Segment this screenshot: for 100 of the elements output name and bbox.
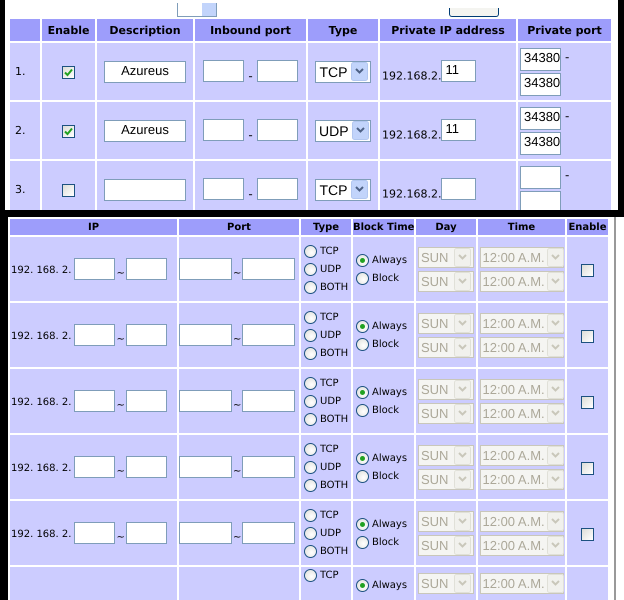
description-field[interactable]: Azureus: [104, 60, 186, 82]
radio-option[interactable]: UDP: [304, 262, 351, 276]
port-field[interactable]: 34380: [520, 132, 561, 154]
ip-field[interactable]: [126, 456, 167, 478]
ip-field[interactable]: [126, 324, 167, 346]
port-field[interactable]: [256, 60, 298, 82]
radio-button[interactable]: [304, 442, 317, 456]
port-field[interactable]: 34380: [520, 106, 561, 130]
radio-option[interactable]: Block: [356, 470, 414, 482]
checkbox[interactable]: [581, 528, 594, 541]
radio-button[interactable]: [304, 569, 317, 582]
ip-field[interactable]: 11: [441, 119, 476, 142]
ip-field[interactable]: [74, 324, 116, 346]
radio-option[interactable]: UDP: [304, 328, 351, 342]
ip-field[interactable]: [74, 456, 116, 478]
port-field[interactable]: [242, 522, 296, 544]
radio-button[interactable]: [304, 376, 317, 390]
radio-button[interactable]: [304, 508, 317, 522]
radio-option[interactable]: BOTH: [304, 478, 351, 492]
ip-field[interactable]: [74, 258, 116, 280]
type-dropdown[interactable]: TCP: [315, 60, 371, 82]
radio-option[interactable]: BOTH: [304, 412, 351, 426]
ip-field[interactable]: [74, 522, 116, 544]
port-field[interactable]: [203, 119, 244, 142]
checkbox[interactable]: [62, 66, 75, 80]
type-dropdown[interactable]: TCP: [315, 178, 371, 200]
radio-button[interactable]: [356, 320, 369, 332]
description-field[interactable]: Azureus: [104, 120, 186, 142]
radio-option[interactable]: BOTH: [304, 544, 351, 558]
radio-option[interactable]: BOTH: [304, 280, 351, 294]
checkbox[interactable]: [62, 125, 75, 138]
button[interactable]: [449, 8, 499, 17]
radio-button[interactable]: [304, 262, 317, 276]
radio-option[interactable]: TCP: [304, 508, 351, 522]
radio-button[interactable]: [304, 526, 317, 540]
ip-field[interactable]: [441, 178, 476, 200]
radio-option[interactable]: BOTH: [304, 346, 351, 360]
port-field[interactable]: 34380: [520, 48, 561, 70]
radio-option[interactable]: TCP: [304, 376, 351, 390]
ip-field[interactable]: [126, 522, 167, 544]
port-field[interactable]: [179, 258, 232, 280]
type-dropdown[interactable]: UDP: [315, 120, 371, 142]
radio-button[interactable]: [356, 579, 369, 592]
radio-button[interactable]: [304, 394, 317, 408]
radio-option[interactable]: UDP: [304, 526, 351, 540]
checkbox[interactable]: [62, 184, 75, 198]
port-field[interactable]: [242, 324, 296, 346]
radio-option[interactable]: Always: [356, 518, 414, 530]
radio-option[interactable]: Block: [356, 536, 414, 548]
checkbox[interactable]: [581, 462, 594, 475]
radio-button[interactable]: [356, 272, 369, 284]
radio-button[interactable]: [304, 328, 317, 342]
radio-button[interactable]: [356, 452, 369, 464]
radio-button[interactable]: [356, 518, 369, 530]
port-field[interactable]: [179, 522, 232, 544]
radio-button[interactable]: [304, 280, 317, 294]
radio-option[interactable]: UDP: [304, 460, 351, 474]
port-field[interactable]: [256, 178, 298, 200]
port-field[interactable]: [242, 390, 296, 412]
port-field[interactable]: [179, 456, 232, 478]
checkbox[interactable]: [581, 330, 594, 343]
radio-button[interactable]: [304, 460, 317, 474]
radio-option[interactable]: Always: [356, 320, 414, 332]
radio-option[interactable]: TCP: [304, 244, 351, 258]
radio-option[interactable]: Always: [356, 254, 414, 266]
radio-button[interactable]: [356, 536, 369, 548]
radio-button[interactable]: [304, 478, 317, 492]
port-field[interactable]: [203, 60, 244, 82]
port-field[interactable]: [242, 456, 296, 478]
port-field[interactable]: [179, 324, 232, 346]
port-field[interactable]: [242, 258, 296, 280]
radio-button[interactable]: [304, 412, 317, 426]
radio-option[interactable]: Always: [356, 452, 414, 464]
radio-option[interactable]: Block: [356, 404, 414, 416]
ip-field[interactable]: [126, 390, 167, 412]
radio-button[interactable]: [356, 404, 369, 416]
checkbox[interactable]: [581, 264, 594, 277]
radio-option[interactable]: TCP: [304, 442, 351, 456]
port-field[interactable]: [520, 190, 561, 210]
radio-option[interactable]: Block: [356, 272, 414, 284]
description-field[interactable]: [104, 178, 186, 200]
radio-button[interactable]: [304, 544, 317, 558]
ip-field[interactable]: [74, 390, 116, 412]
radio-button[interactable]: [304, 346, 317, 360]
radio-option[interactable]: Block: [356, 338, 414, 350]
radio-button[interactable]: [304, 310, 317, 324]
radio-option[interactable]: TCP: [304, 310, 351, 324]
radio-button[interactable]: [356, 254, 369, 266]
dropdown[interactable]: [177, 3, 217, 17]
radio-button[interactable]: [356, 470, 369, 482]
port-field[interactable]: [520, 166, 561, 188]
port-field[interactable]: [203, 178, 244, 200]
radio-option[interactable]: Always: [356, 386, 414, 398]
checkbox[interactable]: [581, 396, 594, 409]
port-field[interactable]: 34380: [520, 72, 561, 96]
port-field[interactable]: [256, 119, 298, 142]
radio-button[interactable]: [356, 338, 369, 350]
port-field[interactable]: [179, 390, 232, 412]
radio-button[interactable]: [356, 386, 369, 398]
ip-field[interactable]: 11: [441, 60, 476, 82]
